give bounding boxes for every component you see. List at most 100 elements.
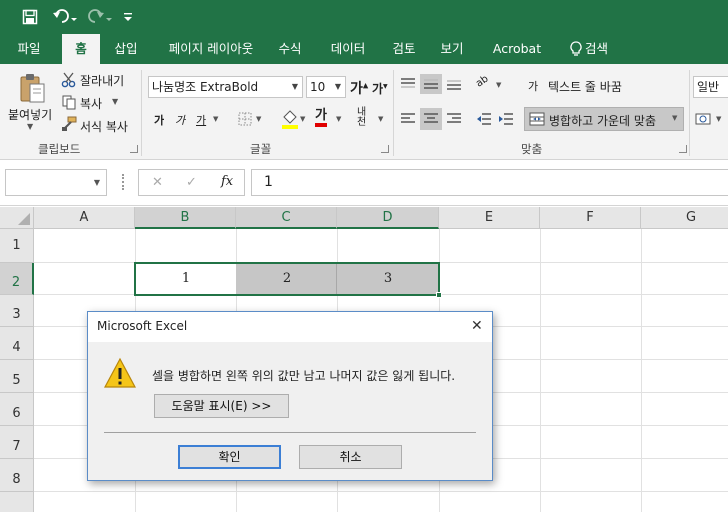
copy-button[interactable]: 복사 xyxy=(80,95,102,112)
formula-bar-grip[interactable] xyxy=(122,174,125,190)
tab-formulas[interactable]: 수식 xyxy=(270,34,310,64)
column-header-f[interactable]: F xyxy=(540,207,641,229)
ribbon: 붙여넣기 ▼ 잘라내기 복사 ▼ 서식 복사 클립보드 나눔명조 ExtraBo… xyxy=(0,64,728,160)
cell-b2[interactable]: 1 xyxy=(136,263,236,295)
formula-buttons: ✕ ✓ fx xyxy=(138,169,245,196)
row-header-6[interactable]: 6 xyxy=(0,393,34,426)
save-icon[interactable] xyxy=(20,7,40,27)
align-center-icon[interactable] xyxy=(420,108,442,130)
row-header-4[interactable]: 4 xyxy=(0,327,34,360)
underline-dropdown-icon[interactable]: ▼ xyxy=(213,115,218,123)
wrap-text-button[interactable]: 텍스트 줄 바꿈 xyxy=(548,78,622,95)
customize-icon[interactable] xyxy=(120,7,136,27)
merge-center-dropdown-icon[interactable]: ▼ xyxy=(672,114,677,122)
ok-button[interactable]: 확인 xyxy=(178,445,281,469)
column-header-g[interactable]: G xyxy=(641,207,728,229)
accounting-format-icon[interactable] xyxy=(694,108,714,130)
copy-dropdown-icon[interactable]: ▼ xyxy=(112,97,118,106)
format-painter-button[interactable]: 서식 복사 xyxy=(80,118,128,135)
tab-review[interactable]: 검토 xyxy=(384,34,424,64)
tab-home[interactable]: 홈 xyxy=(62,34,100,64)
align-left-icon[interactable] xyxy=(398,108,418,130)
group-divider xyxy=(141,70,142,156)
scissors-icon xyxy=(60,72,78,88)
font-size-value: 10 xyxy=(310,80,326,94)
close-icon[interactable]: ✕ xyxy=(471,318,483,334)
tab-view[interactable]: 보기 xyxy=(432,34,472,64)
formula-input[interactable]: 1 xyxy=(251,169,728,196)
increase-indent-icon[interactable] xyxy=(496,108,516,130)
font-launcher-icon[interactable] xyxy=(381,145,389,153)
increase-font-size-button[interactable]: 가▲ xyxy=(350,78,368,98)
borders-dropdown-icon[interactable]: ▼ xyxy=(256,115,261,123)
tab-file[interactable]: 파일 xyxy=(4,34,54,64)
fill-color-icon[interactable] xyxy=(280,108,300,130)
merge-center-label: 병합하고 가운데 맞춤 xyxy=(549,114,656,128)
align-right-icon[interactable] xyxy=(444,108,464,130)
cancel-button[interactable]: 취소 xyxy=(299,445,402,469)
font-color-dropdown-icon[interactable]: ▼ xyxy=(336,115,341,123)
number-format-combo[interactable]: 일반 xyxy=(693,76,728,98)
tab-page-layout[interactable]: 페이지 레이아웃 xyxy=(156,34,266,64)
column-header-a[interactable]: A xyxy=(34,207,135,229)
alignment-launcher-icon[interactable] xyxy=(679,145,687,153)
insert-function-icon[interactable]: fx xyxy=(221,174,233,189)
orientation-dropdown-icon[interactable]: ▼ xyxy=(496,81,501,89)
row-header-8[interactable]: 8 xyxy=(0,459,34,492)
orientation-button[interactable]: ab xyxy=(474,73,491,89)
font-size-combo[interactable]: 10 ▼ xyxy=(306,76,346,98)
cut-button[interactable]: 잘라내기 xyxy=(80,72,124,89)
dialog-title-bar: Microsoft Excel ✕ xyxy=(88,312,492,342)
merge-cells-icon xyxy=(529,112,545,126)
name-box[interactable]: ▼ xyxy=(5,169,107,196)
clipboard-launcher-icon[interactable] xyxy=(130,145,138,153)
row-header-3[interactable]: 3 xyxy=(0,295,34,327)
tab-data[interactable]: 데이터 xyxy=(322,34,374,64)
bold-button[interactable]: 가 xyxy=(154,112,164,128)
paste-dropdown-icon[interactable]: ▼ xyxy=(27,122,33,131)
column-header-e[interactable]: E xyxy=(439,207,540,229)
merge-center-button[interactable]: 병합하고 가운데 맞춤 ▼ xyxy=(524,107,684,131)
borders-icon[interactable] xyxy=(236,110,254,128)
underline-button[interactable]: 가 xyxy=(196,112,206,128)
phonetic-button[interactable]: 내천 xyxy=(357,108,375,128)
column-header-c[interactable]: C xyxy=(236,207,337,229)
align-middle-icon[interactable] xyxy=(420,74,442,94)
row-header-7[interactable]: 7 xyxy=(0,426,34,459)
cell-c2[interactable]: 2 xyxy=(237,263,337,295)
redo-icon[interactable] xyxy=(86,7,114,27)
font-name-combo[interactable]: 나눔명조 ExtraBold ▼ xyxy=(148,76,303,98)
cell-d2[interactable]: 3 xyxy=(338,263,438,295)
paste-icon[interactable] xyxy=(16,72,50,104)
tab-search[interactable]: 검색 xyxy=(560,34,618,64)
tab-search-label: 검색 xyxy=(584,41,608,56)
undo-icon[interactable] xyxy=(50,7,80,27)
row-header-5[interactable]: 5 xyxy=(0,360,34,393)
clipboard-group-label: 클립보드 xyxy=(38,142,81,156)
tab-insert[interactable]: 삽입 xyxy=(104,34,148,64)
chevron-down-icon: ▼ xyxy=(334,82,341,91)
row-header-9[interactable] xyxy=(0,492,34,512)
row-header-1[interactable]: 1 xyxy=(0,229,34,263)
fill-color-dropdown-icon[interactable]: ▼ xyxy=(300,115,305,123)
group-divider xyxy=(393,70,394,156)
phonetic-dropdown-icon[interactable]: ▼ xyxy=(378,115,383,123)
chevron-down-icon: ▼ xyxy=(93,178,100,187)
decrease-font-size-button[interactable]: 가▼ xyxy=(372,80,388,97)
align-top-icon[interactable] xyxy=(398,74,418,94)
paste-button[interactable]: 붙여넣기 xyxy=(8,106,52,123)
align-bottom-icon[interactable] xyxy=(444,74,464,94)
confirm-entry-icon[interactable]: ✓ xyxy=(186,175,197,190)
accounting-dropdown-icon[interactable]: ▼ xyxy=(716,115,721,123)
tab-acrobat[interactable]: Acrobat xyxy=(488,34,546,64)
cancel-entry-icon[interactable]: ✕ xyxy=(152,175,163,190)
decrease-indent-icon[interactable] xyxy=(474,108,494,130)
font-color-button[interactable]: 가 xyxy=(315,108,327,127)
select-all-button[interactable] xyxy=(0,207,34,229)
copy-icon xyxy=(60,94,78,110)
column-header-b[interactable]: B xyxy=(135,207,236,229)
italic-button[interactable]: 가 xyxy=(175,112,185,128)
column-header-d[interactable]: D xyxy=(337,207,439,229)
row-header-2[interactable]: 2 xyxy=(0,263,34,295)
show-help-button[interactable]: 도움말 표시(E) >> xyxy=(154,394,289,418)
